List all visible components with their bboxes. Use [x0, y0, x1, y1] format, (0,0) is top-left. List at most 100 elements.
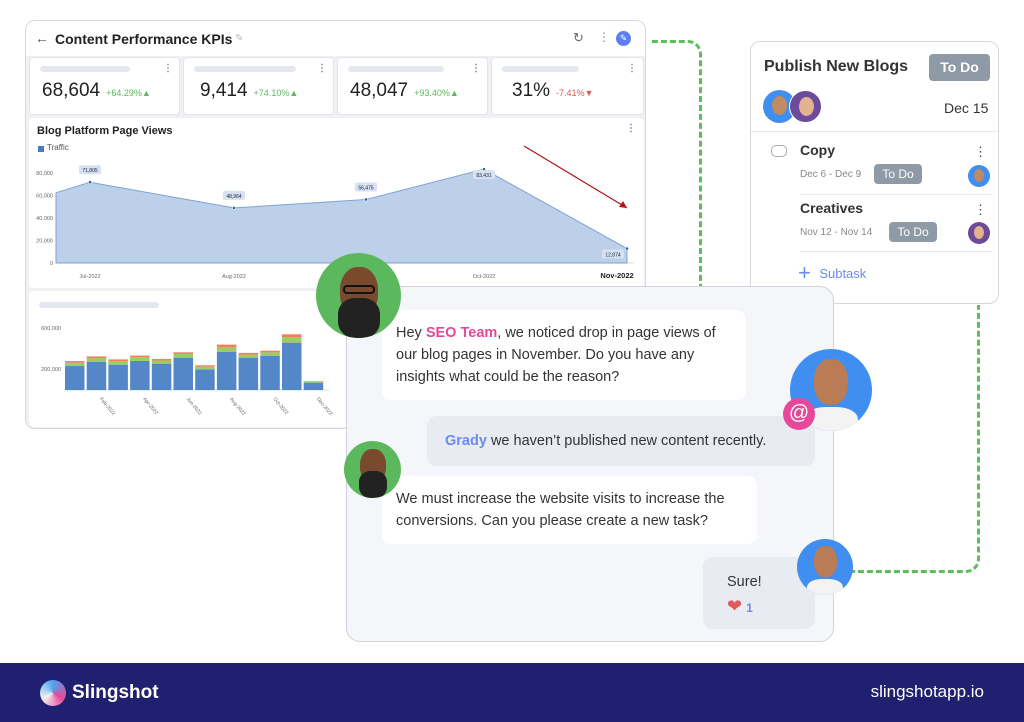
bar-segment	[108, 361, 128, 365]
footer: Slingshot slingshotapp.io	[0, 663, 1024, 722]
heart-icon: ❤	[727, 596, 743, 616]
bar-segment	[260, 350, 280, 353]
bar-segment	[303, 382, 324, 390]
subtask-icon	[771, 145, 787, 157]
bar-segment	[86, 361, 107, 390]
bar-segment	[195, 369, 215, 390]
y-tick-label: 40,000	[36, 216, 53, 222]
x-tick-label: Dec-2022	[315, 396, 334, 417]
subtask-status-badge[interactable]: To Do	[874, 164, 922, 184]
bar-segment	[173, 353, 193, 358]
data-point	[625, 246, 629, 251]
x-tick-label: Oct-2022	[272, 396, 290, 416]
bar-segment	[130, 357, 150, 361]
kpi-card: ⋮ 68,604 +64.29%▲	[29, 57, 180, 115]
slingshot-logo-icon	[40, 680, 66, 706]
y-tick-label: 20,000	[36, 239, 53, 245]
data-label: 71,805	[82, 168, 98, 174]
avatar	[968, 165, 990, 187]
dashboard-header: ← Content Performance KPIs ✎ ↻ ⋮ ✎	[26, 21, 645, 56]
bar-segment	[260, 356, 280, 390]
bar-segment	[151, 360, 172, 364]
mention[interactable]: SEO Team	[426, 325, 497, 341]
website-link[interactable]: slingshotapp.io	[871, 682, 984, 702]
bar-segment	[173, 352, 193, 354]
bar-segment	[303, 381, 324, 382]
subtask-name: Copy	[800, 142, 835, 158]
bar-segment	[216, 347, 237, 352]
chat-message: Grady we haven’t published new content r…	[427, 416, 815, 466]
bar-segment	[173, 357, 193, 390]
data-point	[364, 197, 368, 202]
bar-segment	[108, 359, 128, 362]
kpi-value: 68,604	[42, 80, 101, 101]
data-label: 56,475	[358, 185, 374, 191]
bar-segment	[260, 352, 280, 357]
bar-segment	[86, 358, 107, 362]
page-title: Content Performance KPIs	[55, 31, 233, 47]
kpi-card: ⋮ 9,414 +74.10%▲	[183, 57, 334, 115]
kpi-change: +64.29%▲	[106, 88, 151, 98]
pin-icon[interactable]: ✎	[235, 33, 243, 44]
avatar	[797, 539, 853, 595]
kpi-card: ⋮ 48,047 +93.40%▲	[337, 57, 488, 115]
bar-segment	[216, 351, 237, 390]
bar-segment	[151, 363, 172, 390]
kpi-value: 31%	[512, 80, 551, 101]
avatar	[789, 90, 822, 123]
mention-badge-icon: @	[783, 398, 815, 430]
reaction[interactable]: ❤ 1	[727, 595, 791, 619]
add-subtask-button[interactable]: + Subtask	[798, 262, 866, 284]
bar-segment	[216, 344, 237, 348]
bar-segment	[238, 354, 259, 358]
area-series	[55, 168, 628, 264]
x-tick-label: Oct-2022	[473, 274, 496, 280]
avatar	[316, 253, 401, 338]
subtask-dates: Dec 6 - Dec 9	[800, 169, 862, 180]
plus-icon: +	[798, 260, 811, 285]
bar-segment	[282, 342, 302, 390]
bar-segment	[86, 356, 107, 359]
bar-segment	[282, 336, 302, 343]
chat-message: Hey SEO Team, we noticed drop in page vi…	[382, 310, 746, 400]
subtask-more-icon[interactable]: ⋮	[974, 202, 987, 218]
kpi-change: +93.40%▲	[414, 88, 459, 98]
chat-message: We must increase the website visits to i…	[382, 476, 757, 544]
bar-segment	[108, 364, 128, 390]
data-label: 12,874	[605, 253, 621, 259]
bar-segment	[195, 366, 215, 370]
subtask-more-icon[interactable]: ⋮	[974, 144, 987, 160]
x-tick-label: Jun-2022	[185, 396, 203, 416]
message-text: Sure!	[727, 574, 762, 590]
bar-segment	[238, 357, 259, 390]
avatar	[344, 441, 401, 498]
subtask-name: Creatives	[800, 200, 864, 216]
refresh-icon[interactable]: ↻	[573, 30, 584, 46]
bar-segment	[282, 334, 302, 337]
bar-segment	[195, 365, 215, 367]
kpi-card: ⋮ 31% -7.41%▼	[491, 57, 644, 115]
bar-segment	[65, 361, 85, 363]
data-point	[88, 180, 92, 185]
kpi-change: +74.10%▲	[253, 88, 299, 98]
bar-segment	[238, 352, 259, 355]
task-status-badge[interactable]: To Do	[929, 54, 990, 81]
more-icon[interactable]: ⋮	[598, 30, 610, 44]
bar-segment	[130, 355, 150, 358]
bar-segment	[303, 381, 324, 383]
data-label: 83,431	[476, 173, 492, 179]
brand-name: Slingshot	[72, 682, 159, 703]
bar-segment	[65, 366, 85, 390]
kpi-value: 48,047	[350, 80, 409, 101]
x-tick-label: Aug-2022	[222, 274, 246, 280]
edit-button[interactable]: ✎	[616, 31, 631, 46]
x-tick-label: Apr-2022	[141, 396, 159, 416]
y-tick-label: 200,000	[41, 367, 61, 373]
bar-segment	[130, 360, 150, 390]
back-arrow-icon[interactable]: ←	[35, 30, 49, 46]
mention[interactable]: Grady	[445, 433, 487, 449]
bar-segment	[151, 358, 172, 361]
x-tick-label: Feb-2022	[98, 396, 116, 416]
connector-line	[852, 305, 980, 573]
subtask-status-badge[interactable]: To Do	[889, 222, 937, 242]
